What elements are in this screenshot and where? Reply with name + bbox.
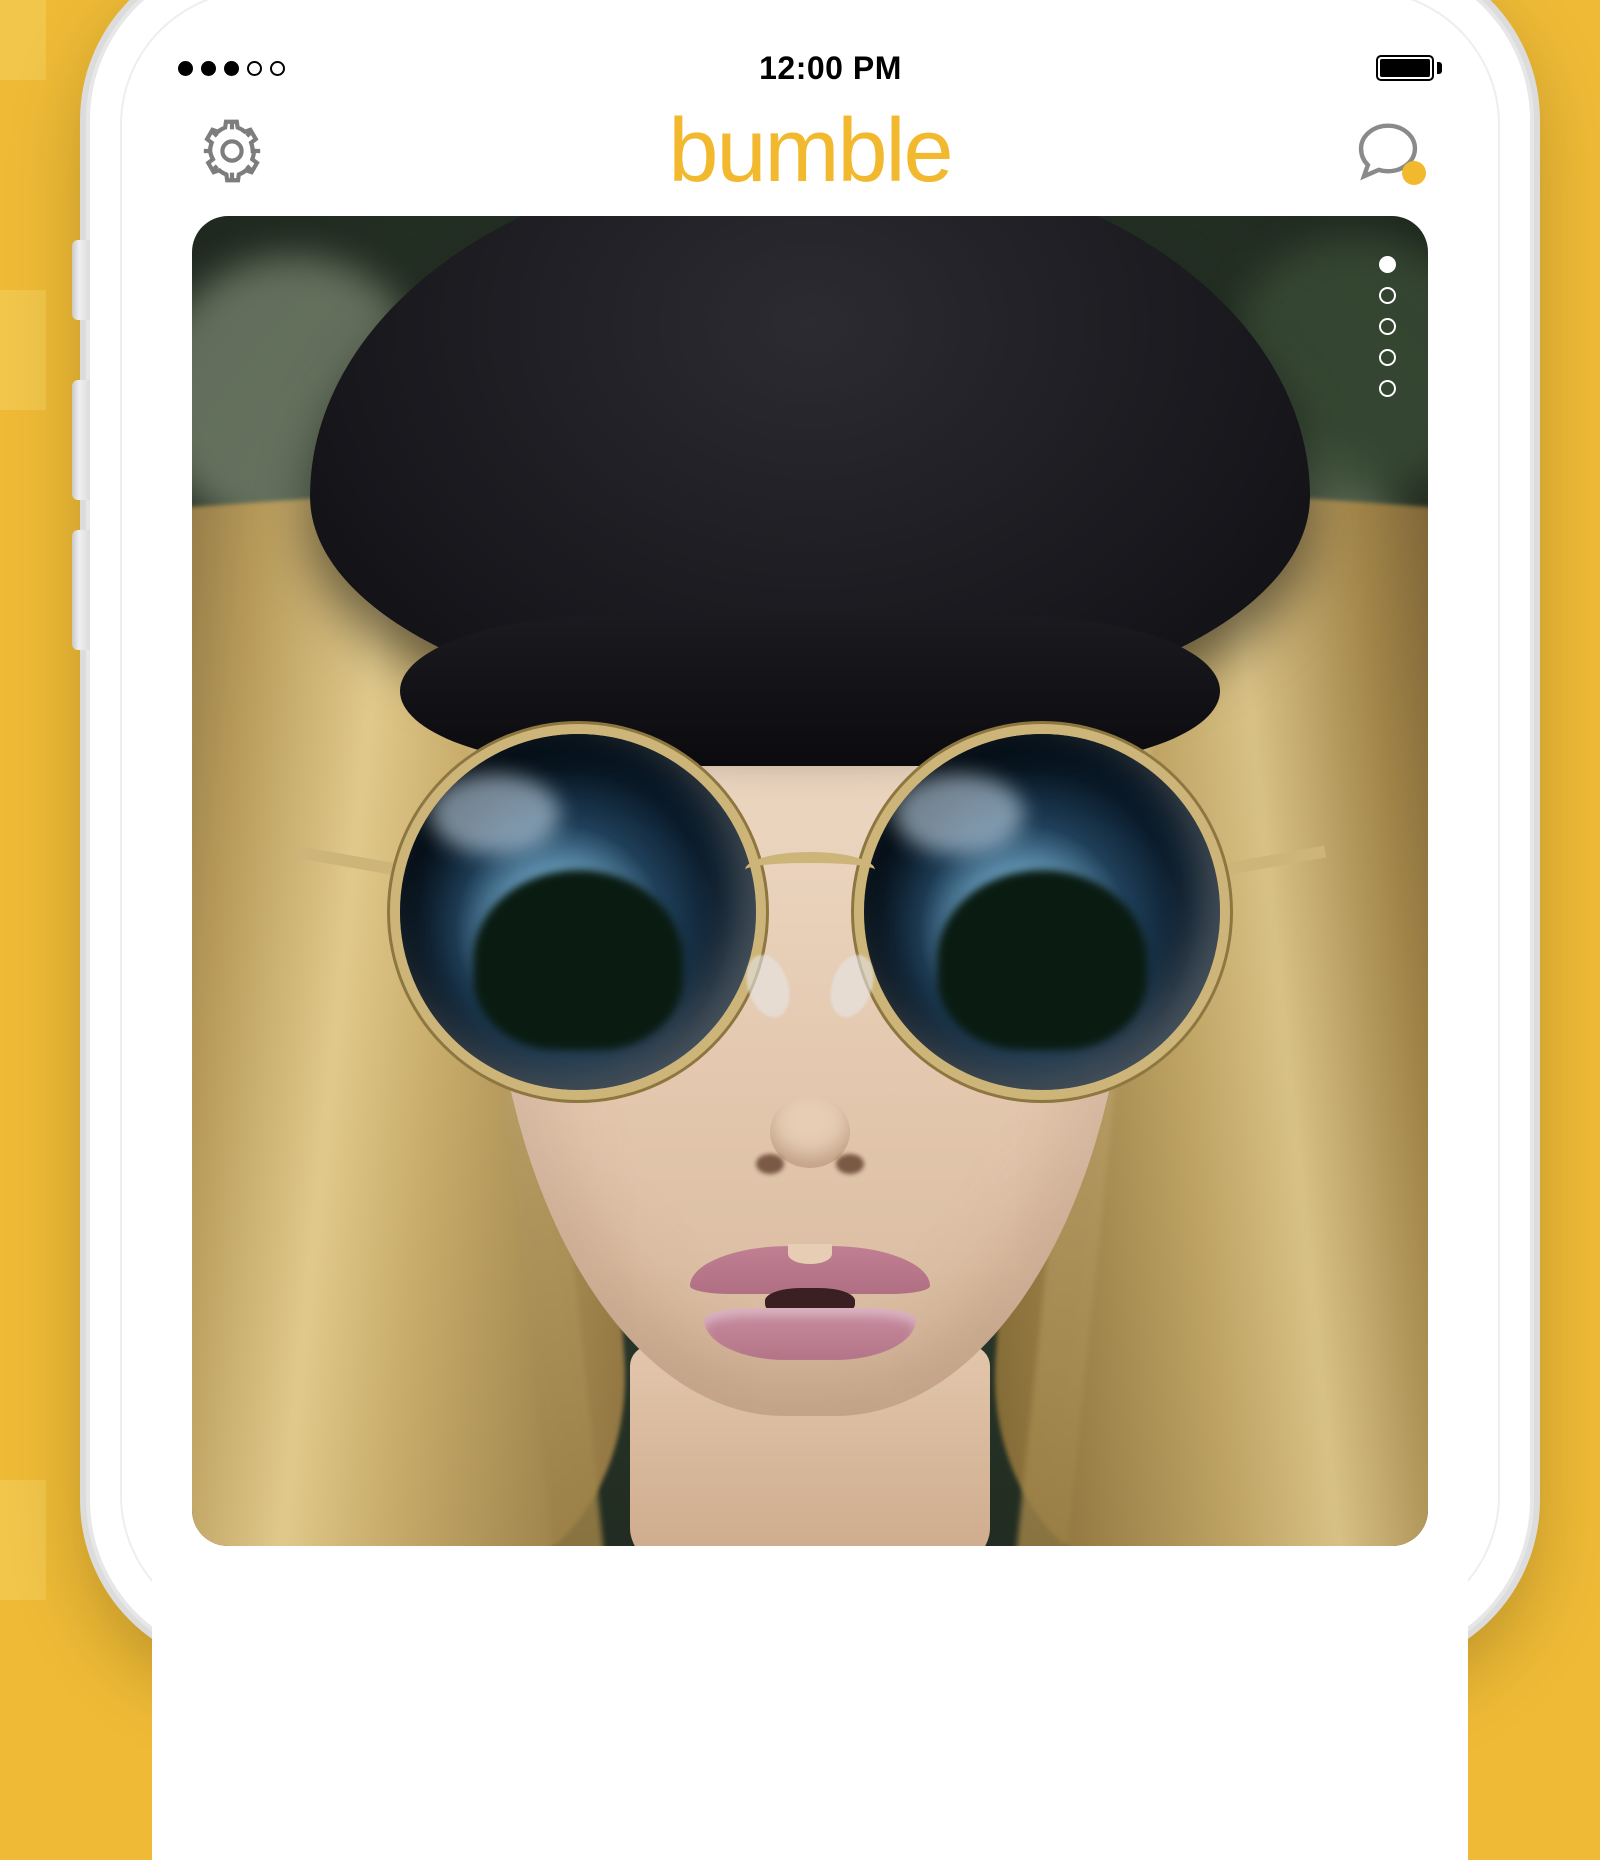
background-decoration [0, 290, 46, 410]
background-decoration [0, 1480, 46, 1600]
photo-dot[interactable] [1379, 287, 1396, 304]
signal-strength-icon [178, 61, 285, 76]
notification-dot-icon [1402, 161, 1426, 185]
photo-dot[interactable] [1379, 349, 1396, 366]
battery-icon [1376, 55, 1442, 81]
photo-dot[interactable] [1379, 256, 1396, 273]
photo-pagination-dots[interactable] [1379, 256, 1396, 397]
gear-icon [196, 115, 268, 187]
status-bar: 12:00 PM [152, 40, 1468, 96]
photo-dot[interactable] [1379, 318, 1396, 335]
phone-volume-down [72, 530, 90, 650]
photo-dot[interactable] [1379, 380, 1396, 397]
phone-mute-switch [72, 240, 90, 320]
chat-button[interactable] [1348, 111, 1428, 191]
background-decoration [0, 0, 46, 80]
settings-button[interactable] [192, 111, 272, 191]
phone-device-frame: 12:00 PM bumble [90, 0, 1530, 1660]
app-logo: bumble [668, 100, 951, 203]
profile-card[interactable] [192, 216, 1428, 1546]
profile-photo [192, 216, 1428, 1546]
phone-volume-up [72, 380, 90, 500]
status-bar-time: 12:00 PM [759, 50, 902, 87]
app-header: bumble [152, 96, 1468, 216]
phone-screen: 12:00 PM bumble [152, 40, 1468, 1860]
